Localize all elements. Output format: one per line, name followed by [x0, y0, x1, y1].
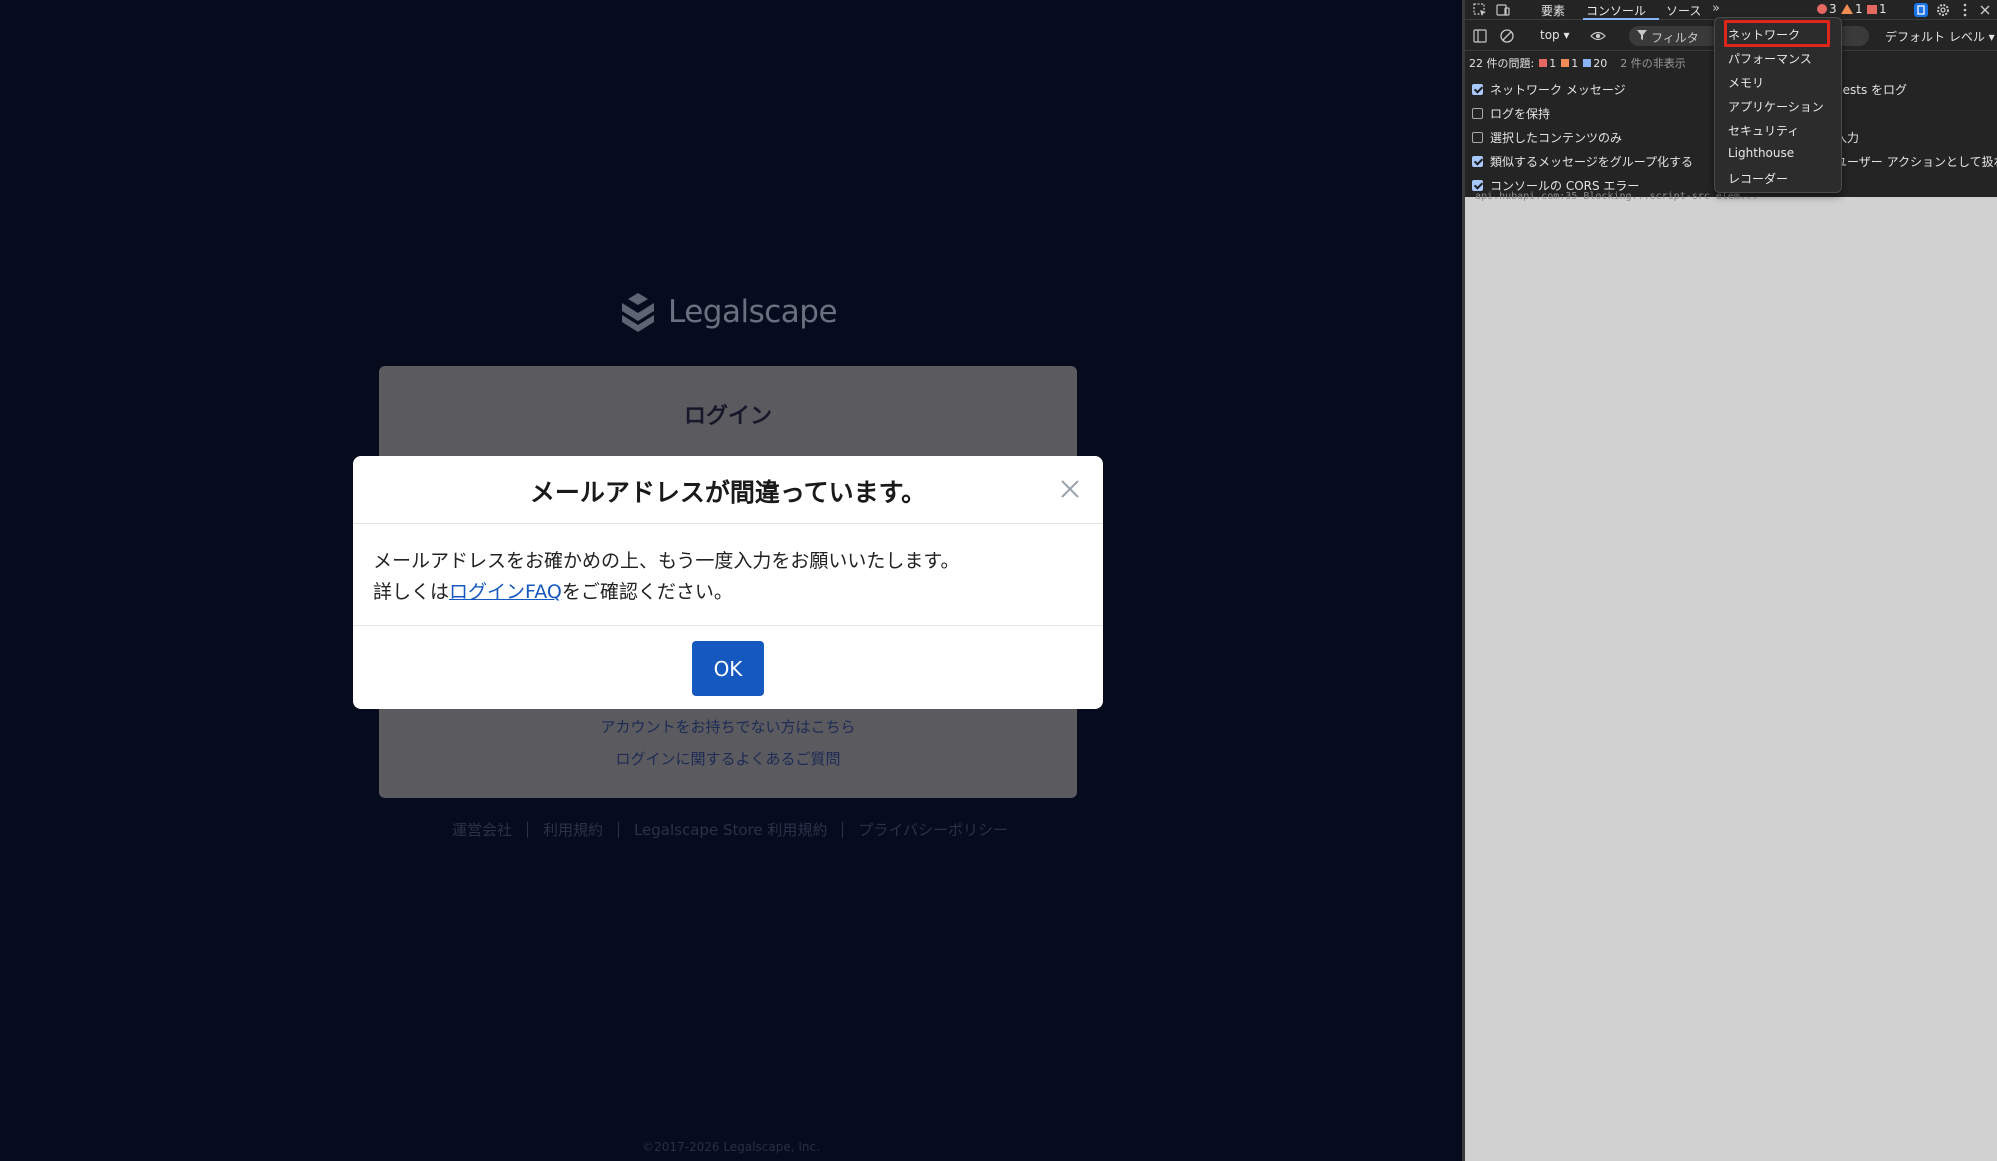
setting-network-messages[interactable]: ネットワーク メッセージ [1472, 81, 1626, 98]
tab-console[interactable]: コンソール [1586, 2, 1646, 19]
error-modal: メールアドレスが間違っています。 メールアドレスをお確かめの上、もう一度入力をお… [353, 456, 1103, 709]
close-devtools-icon[interactable] [1977, 2, 1993, 18]
active-tab-indicator [1583, 18, 1659, 20]
checkbox[interactable] [1472, 84, 1483, 95]
close-icon[interactable] [1059, 478, 1081, 500]
error-icon [1817, 4, 1827, 14]
copyright: ©2017-2026 Legalscape, Inc. [642, 1140, 820, 1154]
error-count-value: 3 [1829, 2, 1837, 16]
modal-faq-prefix: 詳しくは [373, 581, 450, 603]
modal-faq-line: 詳しくはログインFAQをご確認ください。 [373, 577, 1083, 608]
footer-link-privacy[interactable]: プライバシーポリシー [858, 819, 1008, 840]
modal-message: メールアドレスをお確かめの上、もう一度入力をお願いいたします。 [373, 550, 960, 572]
issues-count[interactable]: 1 [1867, 2, 1887, 16]
extension-icon[interactable] [1913, 2, 1929, 18]
warning-icon [1841, 4, 1853, 14]
checkbox[interactable] [1472, 156, 1483, 167]
context-selector[interactable]: top ▾ [1540, 28, 1570, 42]
issue-badge-error: 1 [1539, 57, 1556, 70]
setting-user-gesture-partial[interactable]: ユーザー アクションとして扱わ [1835, 153, 1997, 170]
inspect-element-icon[interactable] [1472, 2, 1488, 18]
modal-faq-suffix: をご確認ください。 [561, 581, 733, 603]
clear-console-icon[interactable] [1499, 28, 1515, 44]
menu-item-security[interactable]: セキュリティ [1728, 122, 1799, 139]
menu-item-application[interactable]: アプリケーション [1728, 98, 1824, 115]
menu-item-lighthouse[interactable]: Lighthouse [1728, 146, 1794, 160]
no-account-link[interactable]: アカウントをお持ちでない方はこちら [379, 716, 1077, 737]
checkbox[interactable] [1472, 180, 1483, 191]
issue-count-value: 1 [1879, 2, 1887, 16]
issue-badge-info: 20 [1583, 57, 1607, 70]
warning-count-value: 1 [1855, 2, 1863, 16]
menu-item-network[interactable]: ネットワーク [1728, 26, 1800, 43]
eye-icon[interactable] [1590, 28, 1606, 44]
setting-selected-context-only[interactable]: 選択したコンテンツのみ [1472, 129, 1622, 146]
modal-faq-link[interactable]: ログインFAQ [449, 581, 562, 603]
more-tabs-icon[interactable]: » [1712, 1, 1720, 16]
footer-link-store-terms[interactable]: Legalscape Store 利用規約 [634, 819, 827, 840]
setting-preserve-log[interactable]: ログを保持 [1472, 105, 1550, 122]
console-message-cut: api.hubapi.com:35 Blocking...script-src … [1475, 191, 1758, 202]
menu-item-recorder[interactable]: レコーダー [1728, 170, 1788, 187]
log-level-dropdown[interactable]: デフォルト レベル ▾ [1885, 28, 1995, 45]
footer-links: 運営会社 利用規約 Legalscape Store 利用規約 プライバシーポリ… [440, 819, 1020, 840]
filter-icon [1637, 30, 1647, 40]
settings-gear-icon[interactable] [1935, 2, 1951, 18]
issues-bar[interactable]: 22 件の問題: 1 1 20 2 件の非表示 [1469, 55, 1686, 71]
sidebar-toggle-icon[interactable] [1472, 28, 1488, 44]
legalscape-logo-icon [622, 293, 654, 332]
devtools-panel: 要素 コンソール ソース » 3 1 1 top ▾ フィルタ デフォルト レベ… [1462, 0, 1997, 1161]
devtools-console-area: 要素 コンソール ソース » 3 1 1 top ▾ フィルタ デフォルト レベ… [1465, 0, 1997, 202]
log-level-value: デフォルト レベル [1885, 30, 1985, 44]
menu-item-performance[interactable]: パフォーマンス [1728, 50, 1812, 67]
setting-group-similar[interactable]: 類似するメッセージをグループ化する [1472, 153, 1693, 170]
footer-divider [842, 821, 844, 838]
issue-flag-icon [1867, 4, 1877, 14]
legalscape-logo[interactable]: Legalscape [618, 288, 838, 336]
issue-badge-warning: 1 [1561, 57, 1578, 70]
context-value: top [1540, 28, 1560, 42]
setting-log-xhr-partial[interactable]: uests をログ [1835, 81, 1907, 98]
checkbox[interactable] [1472, 108, 1483, 119]
menu-item-memory[interactable]: メモリ [1728, 74, 1764, 91]
kebab-menu-icon[interactable] [1957, 2, 1973, 18]
modal-header: メールアドレスが間違っています。 [353, 456, 1103, 524]
footer-divider [526, 821, 528, 838]
tab-elements[interactable]: 要素 [1541, 2, 1565, 19]
modal-body: メールアドレスをお確かめの上、もう一度入力をお願いいたします。 詳しくはログイン… [373, 546, 1083, 608]
hidden-issues-label: 2 件の非表示 [1620, 57, 1686, 70]
error-count[interactable]: 3 [1817, 2, 1837, 16]
warning-count[interactable]: 1 [1841, 2, 1863, 16]
more-tabs-menu: ネットワーク パフォーマンス メモリ アプリケーション セキュリティ Light… [1714, 17, 1842, 193]
footer-link-company[interactable]: 運営会社 [452, 819, 512, 840]
modal-footer: OK [353, 625, 1103, 709]
login-title: ログイン [683, 404, 772, 429]
login-faq-link[interactable]: ログインに関するよくあるご質問 [379, 748, 1077, 769]
checkbox[interactable] [1472, 132, 1483, 143]
issues-label: 22 件の問題: [1469, 57, 1535, 70]
logo-text: Legalscape [668, 294, 838, 330]
device-toolbar-icon[interactable] [1495, 2, 1511, 18]
ok-button[interactable]: OK [692, 641, 764, 696]
modal-title: メールアドレスが間違っています。 [529, 478, 927, 507]
footer-divider [617, 821, 619, 838]
web-page: Legalscape ログイン アカウントをお持ちでない方はこちら ログインに関… [0, 0, 1462, 1161]
filter-placeholder: フィルタ [1651, 31, 1699, 45]
footer-link-terms[interactable]: 利用規約 [543, 819, 603, 840]
tab-sources[interactable]: ソース [1666, 2, 1701, 19]
